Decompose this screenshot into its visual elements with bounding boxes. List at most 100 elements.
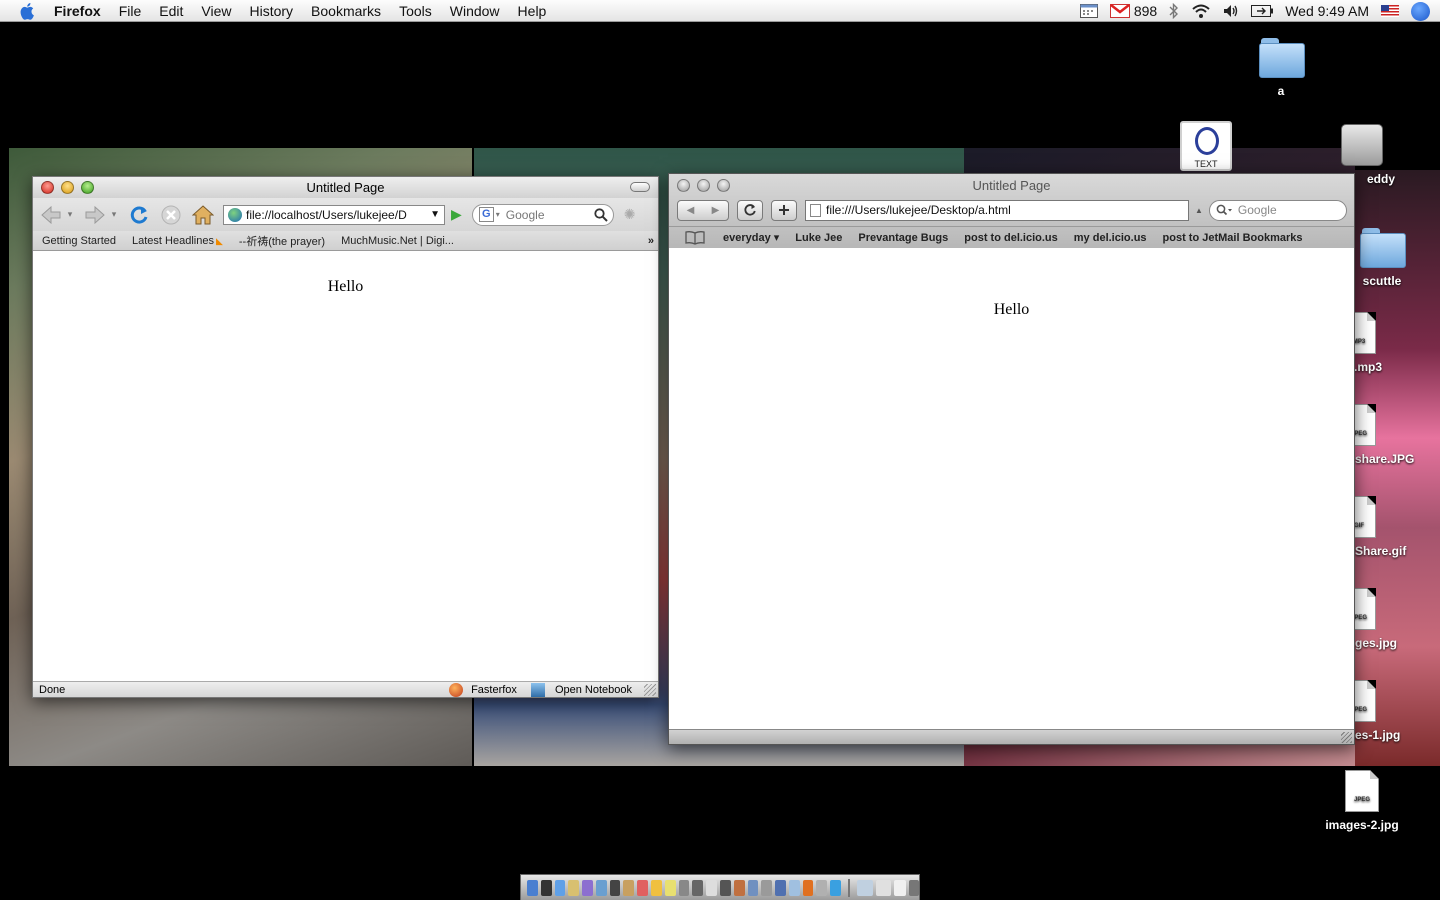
firefox-url-field[interactable]: file://localhost/Users/lukejee/D ▼ — [223, 204, 445, 225]
notebook-icon[interactable] — [530, 682, 545, 697]
battery-icon[interactable] — [1251, 5, 1274, 17]
dock-minimized-window-icon[interactable] — [875, 879, 892, 896]
dock-app-icon[interactable] — [719, 879, 731, 896]
back-history-dropdown[interactable]: ▾ — [65, 203, 75, 227]
bookmark-my-delicious[interactable]: my del.icio.us — [1074, 232, 1147, 244]
dock-trash-icon[interactable] — [909, 879, 919, 896]
forward-button[interactable] — [81, 203, 109, 227]
close-button[interactable] — [41, 181, 54, 194]
menu-file[interactable]: File — [110, 3, 151, 19]
menu-help[interactable]: Help — [509, 3, 556, 19]
menu-view[interactable]: View — [192, 3, 240, 19]
zoom-button[interactable] — [717, 178, 730, 192]
bookmark-the-prayer[interactable]: --祈祷(the prayer) — [239, 233, 325, 249]
dock-app-icon[interactable] — [706, 879, 717, 896]
bookmark-post-to-delicious[interactable]: post to del.icio.us — [964, 232, 1058, 244]
dock-app-icon[interactable] — [816, 879, 828, 896]
bookmarks-book-icon[interactable] — [685, 230, 705, 245]
menu-edit[interactable]: Edit — [150, 3, 192, 19]
menu-app-firefox[interactable]: Firefox — [54, 3, 110, 19]
dock-safari-icon[interactable] — [554, 879, 566, 896]
dock-app-icon[interactable] — [651, 879, 662, 896]
dock-app-icon[interactable] — [788, 879, 800, 896]
forward-history-dropdown[interactable]: ▾ — [109, 203, 119, 227]
us-flag-icon[interactable] — [1381, 5, 1399, 17]
bookmark-post-to-jetmail[interactable]: post to JetMail Bookmarks — [1163, 232, 1303, 244]
zoom-button[interactable] — [81, 181, 94, 194]
open-notebook-label[interactable]: Open Notebook — [555, 684, 632, 696]
dock-minimized-window-icon[interactable] — [894, 879, 907, 896]
search-engine-dropdown[interactable]: ▾ — [496, 210, 500, 219]
dock-finder-icon[interactable] — [527, 879, 538, 896]
bookmark-latest-headlines[interactable]: Latest Headlines ◣ — [132, 235, 223, 247]
dock-app-icon[interactable] — [582, 879, 593, 896]
desktop-file-images-2-jpg[interactable]: JPEG images-2.jpg — [1317, 770, 1407, 832]
desktop-file-ges-jpg[interactable]: JPEG ges.jpg — [1340, 588, 1440, 650]
minimize-button[interactable] — [697, 178, 710, 192]
dock-app-icon[interactable] — [595, 879, 607, 896]
bookmark-getting-started[interactable]: Getting Started — [42, 235, 116, 247]
back-button[interactable] — [37, 203, 65, 227]
reload-button[interactable] — [737, 199, 763, 221]
menu-tools[interactable]: Tools — [390, 3, 441, 19]
resize-grip[interactable] — [644, 683, 656, 696]
dock-app-icon[interactable] — [733, 879, 745, 896]
bookmark-luke-jee[interactable]: Luke Jee — [795, 232, 842, 244]
safari-search-field[interactable]: Google — [1208, 199, 1347, 221]
apple-menu-icon[interactable] — [20, 2, 36, 20]
desktop-file-share-jpg[interactable]: JPEG share.JPG — [1340, 404, 1440, 466]
dock-calendar-icon[interactable] — [637, 879, 649, 896]
search-icon[interactable] — [594, 207, 608, 222]
minimize-button[interactable] — [61, 181, 74, 194]
dock-app-icon[interactable] — [678, 879, 690, 896]
add-bookmark-button[interactable] — [771, 199, 797, 221]
dock-app-icon[interactable] — [747, 879, 759, 896]
home-button[interactable] — [189, 203, 217, 227]
bookmark-muchmusic[interactable]: MuchMusic.Net | Digi... — [341, 235, 454, 247]
dock-app-icon[interactable] — [664, 879, 676, 896]
stop-button[interactable] — [157, 203, 185, 227]
calendar-icon[interactable] — [1079, 4, 1098, 18]
dock-app-icon[interactable] — [609, 879, 621, 896]
dock-app-icon[interactable] — [692, 879, 704, 896]
dock-app-icon[interactable] — [568, 879, 580, 896]
desktop-file-es-1-jpg[interactable]: JPEG es-1.jpg — [1340, 680, 1440, 742]
bluetooth-icon[interactable] — [1169, 3, 1179, 19]
firefox-titlebar[interactable]: Untitled Page — [33, 177, 658, 198]
bookmarks-overflow-chevron[interactable]: » — [648, 235, 654, 247]
back-button[interactable]: ◀ — [687, 205, 695, 216]
menu-history[interactable]: History — [240, 3, 302, 19]
volume-icon[interactable] — [1223, 4, 1239, 18]
toolbar-toggle-button[interactable] — [630, 182, 650, 192]
desktop-folder-a[interactable]: a — [1236, 38, 1326, 98]
forward-button[interactable]: ▶ — [712, 205, 720, 216]
dock-app-icon[interactable] — [623, 879, 635, 896]
gmail-icon[interactable] — [1109, 4, 1130, 18]
safari-url-field[interactable]: file:///Users/lukejee/Desktop/a.html — [805, 199, 1189, 221]
dock-minimized-window-icon[interactable] — [856, 879, 873, 896]
dock-terminal-icon[interactable] — [540, 879, 552, 896]
wifi-icon[interactable] — [1191, 3, 1211, 19]
dock-firefox-icon[interactable] — [802, 879, 814, 896]
dock-app-icon[interactable] — [775, 879, 786, 896]
firefox-search-field[interactable]: G ▾ Google — [471, 203, 614, 226]
menu-window[interactable]: Window — [441, 3, 509, 19]
bookmark-everyday-folder[interactable]: everyday ▾ — [723, 231, 779, 244]
reload-button[interactable] — [125, 203, 153, 227]
spotlight-icon[interactable] — [1411, 1, 1430, 21]
fasterfox-label[interactable]: Fasterfox — [471, 684, 517, 696]
resize-grip[interactable] — [1341, 732, 1352, 743]
desktop-file-share-gif[interactable]: GIF Share.gif — [1340, 496, 1440, 558]
menu-clock[interactable]: Wed 9:49 AM — [1285, 3, 1369, 19]
go-button[interactable]: ▶ — [451, 206, 462, 223]
google-engine-icon[interactable]: G — [478, 207, 494, 222]
dock-app-icon[interactable] — [830, 879, 841, 896]
safari-titlebar[interactable]: Untitled Page — [669, 174, 1354, 196]
dock-app-icon[interactable] — [761, 879, 773, 896]
url-history-dropdown[interactable]: ▼ — [430, 209, 440, 220]
fasterfox-icon[interactable] — [449, 682, 464, 697]
menu-bookmarks[interactable]: Bookmarks — [302, 3, 390, 19]
address-resize-handle[interactable]: ▲ — [1195, 206, 1203, 215]
text-document-icon[interactable]: TEXT — [1180, 121, 1232, 171]
close-button[interactable] — [677, 178, 690, 192]
